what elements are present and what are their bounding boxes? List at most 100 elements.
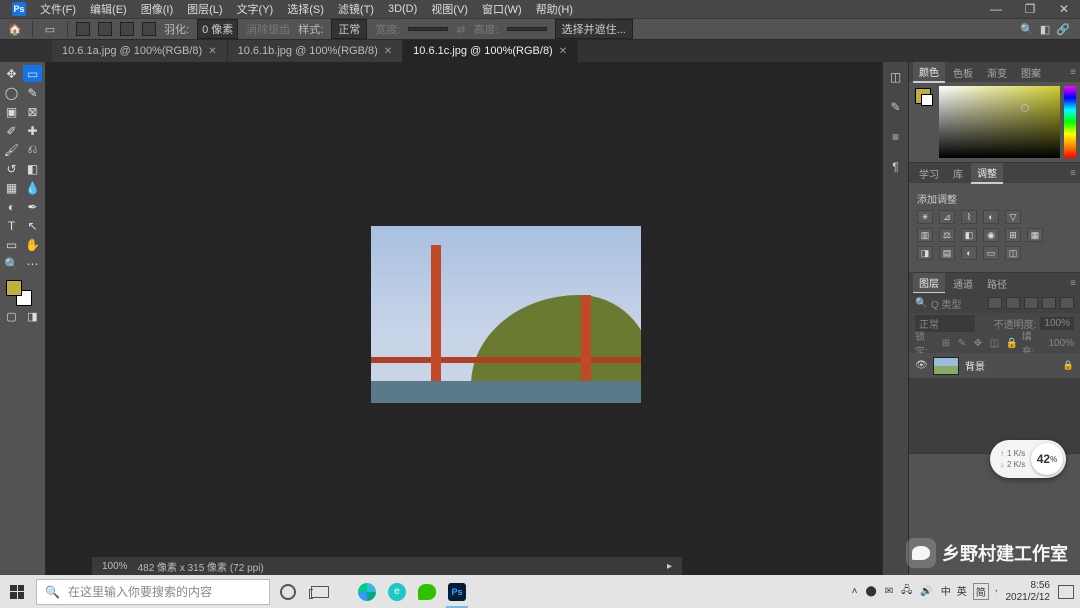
taskbar-clock[interactable]: 8:56 2021/2/12 (1006, 580, 1051, 604)
document-canvas[interactable] (371, 226, 641, 403)
fill-input[interactable]: 100% (1048, 338, 1074, 349)
curves-adjustment-icon[interactable]: ⌇ (961, 210, 977, 224)
filter-shape-icon[interactable] (1042, 297, 1056, 309)
eyedropper-tool-icon[interactable]: ✐ (2, 122, 21, 139)
tab-learn[interactable]: 学习 (913, 164, 945, 183)
filter-type-select[interactable]: Q 类型 (931, 296, 984, 311)
doc-info[interactable]: 482 像素 x 315 像素 (72 ppi) (138, 559, 264, 574)
edit-toolbar-icon[interactable]: ⋯ (23, 255, 42, 272)
lock-position-icon[interactable]: ✥ (974, 338, 986, 348)
layer-name[interactable]: 背景 (965, 358, 985, 373)
lock-artboard-icon[interactable]: ◫ (990, 338, 1002, 348)
exposure-adjustment-icon[interactable]: ◐ (983, 210, 999, 224)
menu-layer[interactable]: 图层(L) (181, 0, 228, 19)
tab-gradients[interactable]: 渐变 (981, 63, 1013, 82)
color-field[interactable] (939, 86, 1060, 158)
menu-file[interactable]: 文件(F) (34, 0, 82, 19)
close-icon[interactable]: ✕ (384, 46, 392, 57)
taskbar-360browser[interactable]: e (382, 575, 412, 608)
zoom-tool-icon[interactable]: 🔍 (2, 255, 21, 272)
collapsed-panel-icon[interactable]: ¶ (887, 158, 905, 176)
menu-image[interactable]: 图像(I) (135, 0, 179, 19)
tab-patterns[interactable]: 图案 (1015, 63, 1047, 82)
subtract-selection-icon[interactable] (120, 22, 134, 36)
home-icon[interactable]: 🏠 (6, 21, 24, 37)
task-view-button[interactable] (304, 575, 336, 608)
tab-color[interactable]: 颜色 (913, 62, 945, 83)
collapsed-panel-icon[interactable]: ✎ (887, 98, 905, 116)
status-arrow-icon[interactable]: ▸ (667, 561, 672, 572)
quick-select-tool-icon[interactable]: ✎ (23, 84, 42, 101)
levels-adjustment-icon[interactable]: ⊿ (939, 210, 955, 224)
opacity-input[interactable]: 100% (1040, 317, 1074, 330)
close-icon[interactable]: ✕ (208, 46, 216, 57)
menu-edit[interactable]: 编辑(E) (84, 0, 133, 19)
canvas-area[interactable]: 100% 482 像素 x 315 像素 (72 ppi) ▸ (46, 62, 882, 575)
cortana-button[interactable] (272, 575, 304, 608)
tray-chevron-icon[interactable]: ˄ (852, 586, 858, 597)
gradientmap-adjustment-icon[interactable]: ▭ (983, 246, 999, 260)
lasso-tool-icon[interactable]: ◯ (2, 84, 21, 101)
lock-transparent-icon[interactable]: ⊞ (942, 338, 954, 348)
tab-doc-a[interactable]: 10.6.1a.jpg @ 100%(RGB/8)✕ (52, 40, 228, 62)
threshold-adjustment-icon[interactable]: ◐ (961, 246, 977, 260)
colorlookup-adjustment-icon[interactable]: ▦ (1027, 228, 1043, 242)
brush-tool-icon[interactable]: 🖌 (2, 141, 21, 158)
visibility-icon[interactable]: 👁 (915, 360, 927, 371)
style-select[interactable]: 正常 (331, 19, 367, 39)
type-tool-icon[interactable]: T (2, 217, 21, 234)
close-icon[interactable]: ✕ (559, 46, 567, 57)
new-selection-icon[interactable] (76, 22, 90, 36)
tray-icon[interactable]: ⬤ (866, 586, 877, 597)
panel-menu-icon[interactable]: ≡ (1070, 168, 1076, 179)
bg-swatch[interactable] (921, 94, 933, 106)
bw-adjustment-icon[interactable]: ◧ (961, 228, 977, 242)
healing-brush-tool-icon[interactable]: ✚ (23, 122, 42, 139)
vibrance-adjustment-icon[interactable]: ▽ (1005, 210, 1021, 224)
search-icon[interactable]: 🔍 (915, 298, 927, 309)
history-brush-tool-icon[interactable]: ↺ (2, 160, 21, 177)
marquee-tool-icon[interactable]: ▭ (41, 21, 59, 37)
collapsed-panel-icon[interactable]: ◫ (887, 68, 905, 86)
taskbar-edge[interactable] (352, 575, 382, 608)
move-tool-icon[interactable]: ✥ (2, 65, 21, 82)
selectivecolor-adjustment-icon[interactable]: ◫ (1005, 246, 1021, 260)
lock-all-icon[interactable]: 🔒 (1006, 338, 1018, 348)
menu-type[interactable]: 文字(Y) (231, 0, 280, 19)
intersect-selection-icon[interactable] (142, 22, 156, 36)
frame-tool-icon[interactable]: ⊠ (23, 103, 42, 120)
layer-row[interactable]: 👁 背景 🔒 (909, 353, 1080, 379)
tab-swatches[interactable]: 色板 (947, 63, 979, 82)
hue-slider[interactable] (1064, 86, 1076, 158)
invert-adjustment-icon[interactable]: ◨ (917, 246, 933, 260)
hue-adjustment-icon[interactable]: ▥ (917, 228, 933, 242)
menu-select[interactable]: 选择(S) (281, 0, 330, 19)
filter-pixel-icon[interactable] (988, 297, 1002, 309)
add-selection-icon[interactable] (98, 22, 112, 36)
tab-paths[interactable]: 路径 (981, 274, 1013, 293)
tray-volume-icon[interactable]: 🔊 (920, 586, 932, 597)
window-minimize-button[interactable]: — (980, 2, 1012, 16)
menu-view[interactable]: 视图(V) (425, 0, 474, 19)
filter-smart-icon[interactable] (1060, 297, 1074, 309)
window-restore-button[interactable]: ❐ (1014, 2, 1046, 16)
menu-window[interactable]: 窗口(W) (476, 0, 528, 19)
menu-filter[interactable]: 滤镜(T) (332, 0, 380, 19)
tab-adjustments[interactable]: 调整 (971, 163, 1003, 184)
pen-tool-icon[interactable]: ✒ (23, 198, 42, 215)
network-speed-pill[interactable]: 1 K/s 2 K/s 42% (990, 440, 1066, 478)
ime-indicator[interactable]: 中 英 简 , (941, 583, 998, 600)
menu-help[interactable]: 帮助(H) (530, 0, 579, 19)
tray-icon[interactable]: ✉ (885, 586, 893, 597)
photofilter-adjustment-icon[interactable]: ◉ (983, 228, 999, 242)
panel-menu-icon[interactable]: ≡ (1070, 67, 1076, 78)
search-icon[interactable]: 🔍 (1020, 23, 1034, 36)
eraser-tool-icon[interactable]: ◧ (23, 160, 42, 177)
channelmixer-adjustment-icon[interactable]: ⊞ (1005, 228, 1021, 242)
tab-layers[interactable]: 图层 (913, 273, 945, 294)
taskbar-wechat[interactable] (412, 575, 442, 608)
zoom-level[interactable]: 100% (102, 561, 128, 572)
tray-network-icon[interactable]: 🖧 (901, 583, 912, 600)
shape-tool-icon[interactable]: ▭ (2, 236, 21, 253)
collapsed-panel-icon[interactable]: ≡ (887, 128, 905, 146)
